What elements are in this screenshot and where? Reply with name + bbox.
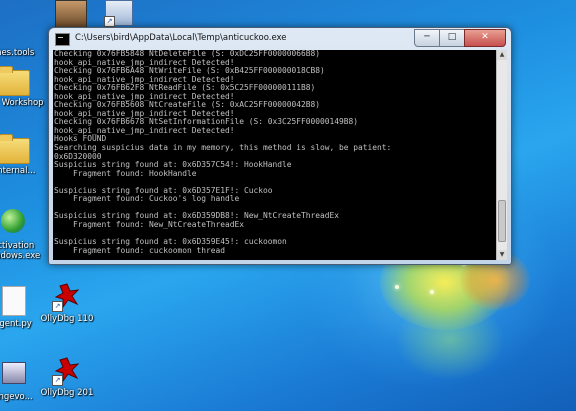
shortcut-arrow-icon: ↗ [52, 301, 63, 312]
tool-icon [0, 12, 30, 46]
desktop-icon-ollydbg-201[interactable]: ↗ OllyDbg 201 [36, 352, 98, 398]
desktop-icon-app[interactable]: ↗ [88, 0, 150, 27]
ollydbg-ladybug-icon: ↗ [50, 352, 84, 386]
scroll-down-arrow-icon[interactable]: ▼ [497, 250, 507, 260]
icon-label: Hex Workshop [0, 98, 44, 108]
shortcut-arrow-icon: ↗ [104, 16, 115, 27]
console-text: Checking 0x76FB5848 NtDeleteFile (S: 0xD… [53, 50, 497, 255]
ollydbg-ladybug-icon: ↗ [50, 278, 84, 312]
icon-label: shes.tools [0, 48, 35, 58]
desktop-icon-ollydbg-110[interactable]: ↗ OllyDbg 110 [36, 278, 98, 324]
wallpaper-sparkle [430, 290, 434, 294]
console-line: Fragment found: HookHandle [54, 168, 197, 178]
console-line: Fragment found: cuckoomon thread [54, 245, 226, 255]
close-button[interactable]: ✕ [464, 29, 506, 47]
console-line: Fragment found: New_NtCreateThreadEx [54, 219, 245, 229]
utility-icon [0, 356, 30, 390]
icon-label: sinternal... [0, 166, 36, 176]
console-line: Fragment found: Cuckoo's log handle [54, 194, 240, 204]
scrollbar-thumb[interactable] [498, 200, 506, 242]
console-output[interactable]: Checking 0x76FB5848 NtDeleteFile (S: 0xD… [53, 50, 497, 260]
desktop-icon-sysinternals[interactable]: sinternal... [0, 130, 44, 176]
desktop-icon-hex-workshop[interactable]: Hex Workshop [0, 62, 44, 108]
portrait-image-icon [55, 0, 87, 28]
document-icon [0, 283, 30, 317]
vertical-scrollbar[interactable]: ▲ ▼ [496, 50, 507, 260]
console-window[interactable]: C:\Users\bird\AppData\Local\Temp\anticuc… [48, 27, 512, 265]
desktop-icon-hashes-tools[interactable]: shes.tools [0, 12, 44, 58]
window-titlebar[interactable]: C:\Users\bird\AppData\Local\Temp\anticuc… [49, 28, 511, 50]
folder-icon [0, 62, 30, 96]
console-line: Searching suspicius data in my memory, t… [54, 143, 392, 153]
maximize-button[interactable]: □ [439, 29, 465, 47]
shortcut-arrow-icon: ↗ [52, 375, 63, 386]
window-controls: ─ □ ✕ [414, 29, 506, 47]
icon-label: OllyDbg 201 [40, 388, 94, 398]
icon-label: Activation windows.exe [0, 241, 41, 261]
icon-label: OllyDbg 110 [40, 314, 94, 324]
application-icon: ↗ [104, 0, 133, 27]
wallpaper-sparkle [395, 285, 399, 289]
desktop-icon-activation[interactable]: Activation windows.exe [0, 205, 44, 261]
console-app-icon [55, 33, 70, 46]
activation-globe-icon [0, 205, 30, 239]
window-title: C:\Users\bird\AppData\Local\Temp\anticuc… [75, 33, 287, 43]
minimize-button[interactable]: ─ [414, 29, 440, 47]
scroll-up-arrow-icon[interactable]: ▲ [497, 50, 507, 60]
folder-icon [0, 130, 30, 164]
